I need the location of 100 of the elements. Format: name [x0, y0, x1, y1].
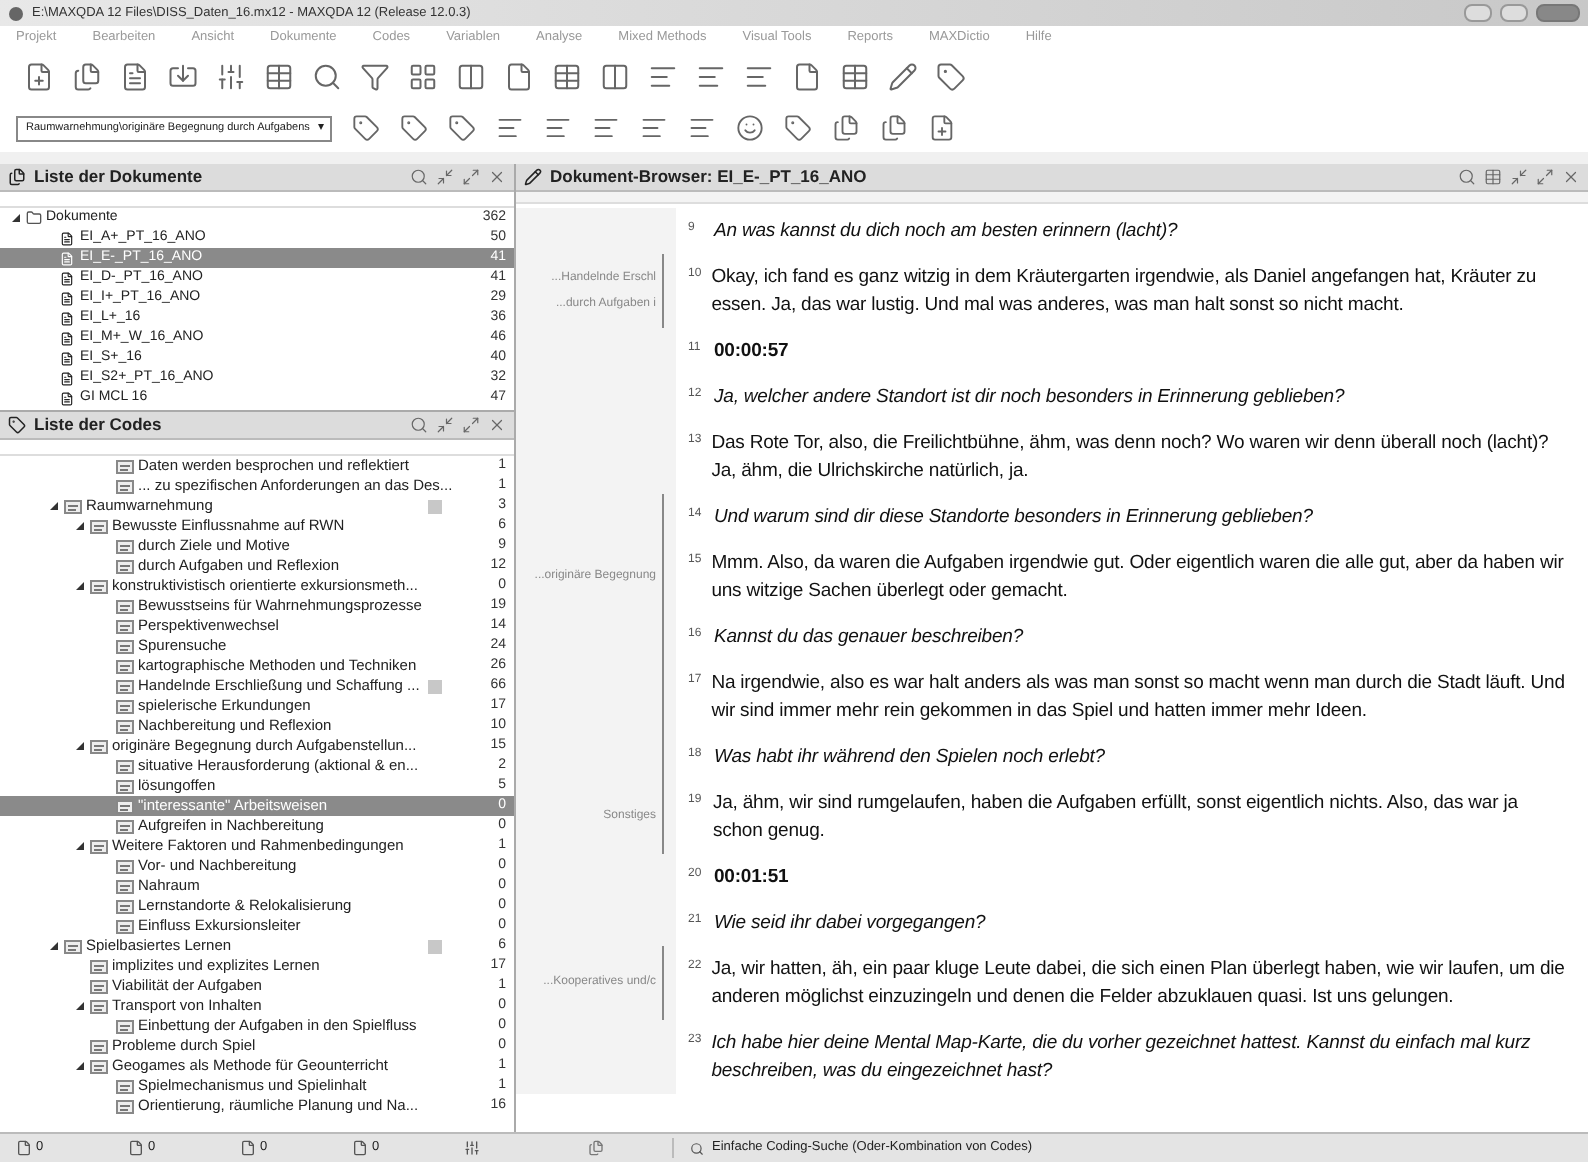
- expander-icon[interactable]: [74, 1060, 86, 1072]
- code-icon: [90, 519, 108, 533]
- toolbar-icon[interactable]: [216, 61, 246, 91]
- expander-icon[interactable]: [10, 212, 22, 224]
- close-icon[interactable]: [488, 416, 506, 434]
- toolbar-icon[interactable]: [456, 61, 486, 91]
- code-icon: [116, 719, 134, 733]
- code-icon: [116, 1019, 134, 1033]
- toolbar-icon[interactable]: [840, 61, 870, 91]
- code-icon: [116, 819, 134, 833]
- toolbar-icon[interactable]: [696, 61, 726, 91]
- paragraph-text: Was habt ihr während den Spielen noch erlebt?: [714, 744, 1105, 772]
- code-icon: [90, 979, 108, 993]
- code-icon: [116, 699, 134, 713]
- toolbar-icon[interactable]: [600, 61, 630, 91]
- paragraph-text: Kannst du das genauer beschreiben?: [714, 624, 1024, 652]
- toolbar-icon[interactable]: [408, 61, 438, 91]
- toolbar-icon[interactable]: [792, 61, 822, 91]
- toolbar-icon[interactable]: [72, 61, 102, 91]
- search-icon: [690, 1141, 704, 1155]
- close-icon[interactable]: [488, 168, 506, 186]
- document-icon: [60, 231, 74, 245]
- expander-icon[interactable]: [74, 1000, 86, 1012]
- code-icon: [116, 639, 134, 653]
- toolbar-icon[interactable]: [24, 61, 54, 91]
- document-icon: [60, 331, 74, 345]
- expander-icon[interactable]: [74, 520, 86, 532]
- undock-icon[interactable]: [436, 168, 454, 186]
- paragraph-text: Ja, wir hatten, äh, ein paar kluge Leute dabei, die sich einen Plan überlegt haben, wie wir laufen, um die anderen möglichst einzuzingeln und denen die Felder abzuklauen quasi. Ist uns gelungen.: [711, 956, 1567, 1012]
- paragraph-text: 00:00:57: [714, 338, 789, 366]
- expander-icon[interactable]: [74, 840, 86, 852]
- status-icon[interactable]: [588, 1140, 604, 1156]
- status-icon: [240, 1140, 256, 1156]
- code-icon: [116, 799, 134, 813]
- search-icon[interactable]: [410, 168, 428, 186]
- app-icon: [8, 5, 24, 21]
- code-icon: [90, 579, 108, 593]
- code-icon: [90, 739, 108, 753]
- expander-icon[interactable]: [74, 580, 86, 592]
- toolbar-icon[interactable]: [264, 61, 294, 91]
- toolbar-icon[interactable]: [936, 61, 966, 91]
- code-icon: [90, 1059, 108, 1073]
- code-icon: [116, 919, 134, 933]
- toolbar-icon[interactable]: [448, 114, 476, 142]
- expander-icon[interactable]: [74, 740, 86, 752]
- paragraph-text: Ja, welcher andere Standort ist dir noch besonders in Erinnerung geblieben?: [714, 384, 1345, 412]
- search-icon[interactable]: [1458, 168, 1476, 186]
- toolbar-icon[interactable]: [504, 61, 534, 91]
- toolbar-icon[interactable]: [496, 114, 524, 142]
- toolbar-icon[interactable]: [880, 114, 908, 142]
- toolbar-icon[interactable]: [784, 114, 812, 142]
- toolbar-icon[interactable]: [928, 114, 956, 142]
- code-icon: [64, 939, 82, 953]
- document-icon: [60, 251, 74, 265]
- close-button[interactable]: [1536, 4, 1580, 22]
- code-icon: [116, 859, 134, 873]
- toolbar-icon[interactable]: [352, 114, 380, 142]
- expander-icon[interactable]: [48, 500, 60, 512]
- edit-icon: [524, 168, 542, 186]
- panel-title: Dokument-Browser: EI_E-_PT_16_ANO: [550, 164, 867, 190]
- panel-title: Liste der Codes: [34, 412, 162, 438]
- toolbar-icon[interactable]: [544, 114, 572, 142]
- toolbar-icon[interactable]: [400, 114, 428, 142]
- toolbar-icon[interactable]: [736, 114, 764, 142]
- toolbar-icon[interactable]: [312, 61, 342, 91]
- toolbar-icon[interactable]: [120, 61, 150, 91]
- maximize-icon[interactable]: [462, 416, 480, 434]
- undock-icon[interactable]: [1510, 168, 1528, 186]
- code-icon: [90, 959, 108, 973]
- toolbar-icon[interactable]: [592, 114, 620, 142]
- undock-icon[interactable]: [436, 416, 454, 434]
- toolbar-icon[interactable]: [688, 114, 716, 142]
- toolbar-icon[interactable]: [832, 114, 860, 142]
- toolbar-icon[interactable]: [552, 61, 582, 91]
- code-icon: [90, 839, 108, 853]
- maximize-icon[interactable]: [1536, 168, 1554, 186]
- search-icon[interactable]: [410, 416, 428, 434]
- code-icon: [116, 779, 134, 793]
- document-icon: [60, 271, 74, 285]
- close-icon[interactable]: [1562, 168, 1580, 186]
- status-icon[interactable]: [464, 1140, 480, 1156]
- paragraph-text: An was kannst du dich noch am besten erinnern (lacht)?: [714, 218, 1178, 246]
- toolbar-icon[interactable]: [360, 61, 390, 91]
- paragraph-text: Ich habe hier deine Mental Map-Karte, die du vorher gezeichnet hattest. Kannst du einfach mal kurz beschreiben, was du eingezeichnet hast?: [711, 1030, 1533, 1086]
- expander-icon[interactable]: [48, 940, 60, 952]
- code-icon: [116, 659, 134, 673]
- code-icon: [116, 539, 134, 553]
- toolbar-icon[interactable]: [168, 61, 198, 91]
- toolbar-icon[interactable]: [640, 114, 668, 142]
- code-icon: [116, 1079, 134, 1093]
- document-icon: [60, 391, 74, 405]
- code-icon: [116, 459, 134, 473]
- toolbar-icon[interactable]: [744, 61, 774, 91]
- maximize-icon[interactable]: [462, 168, 480, 186]
- folder-icon: [26, 210, 42, 226]
- toolbar-icon[interactable]: [888, 61, 918, 91]
- paragraph-text: Na irgendwie, also es war halt anders als was man sonst so macht wenn man durch die Stadt läuft. Und wir sind immer mehr rein gekommen in das Spiel und hatten immer mehr Ideen.: [711, 670, 1567, 726]
- toolbar-icon[interactable]: [648, 61, 678, 91]
- code-icon: [116, 479, 134, 493]
- code-icon: [116, 1099, 134, 1113]
